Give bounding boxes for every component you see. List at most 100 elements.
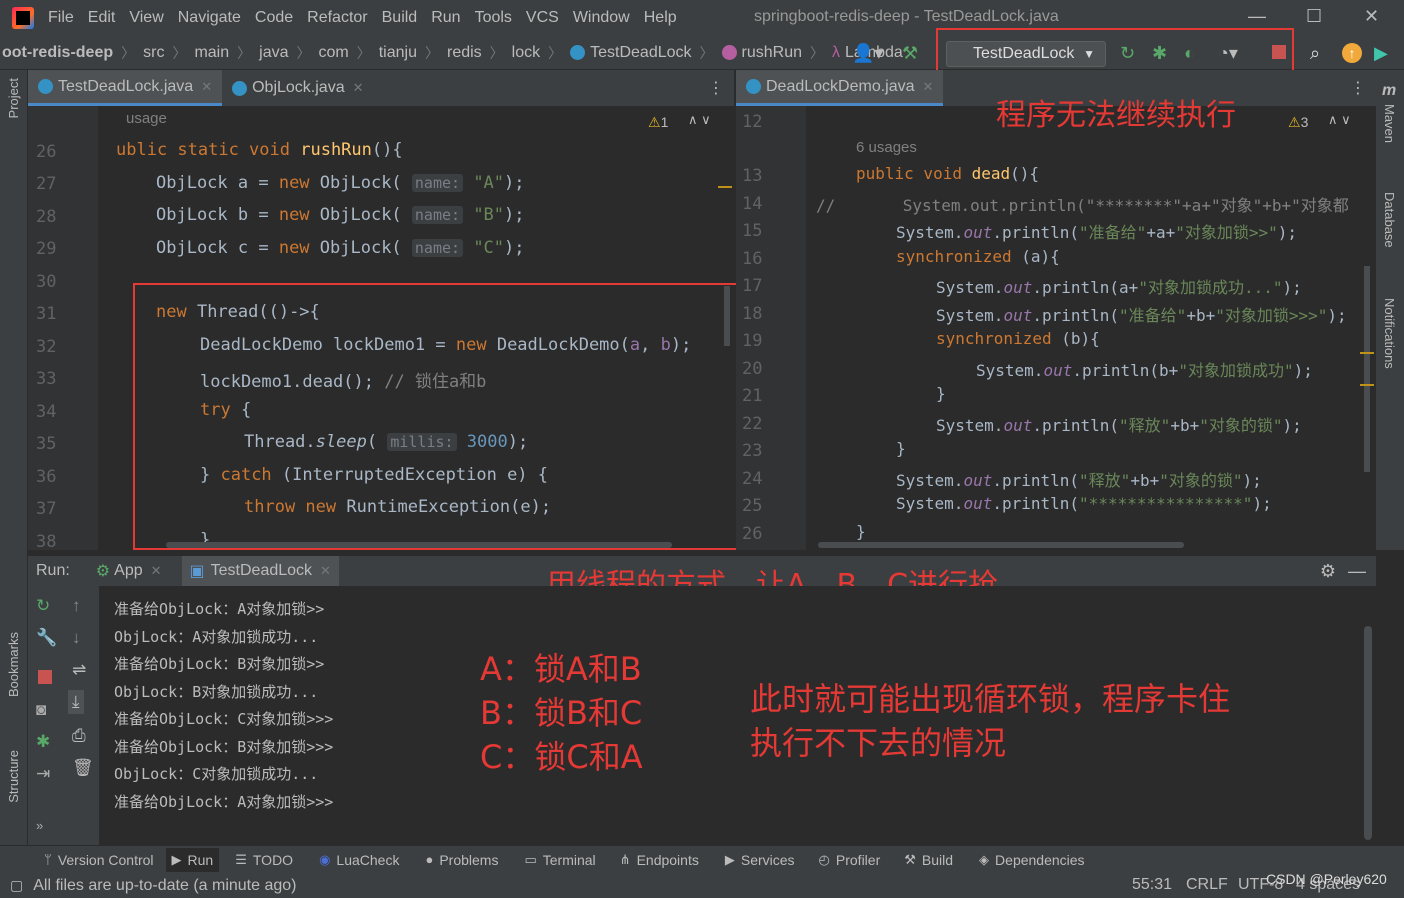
menu-build[interactable]: Build (382, 9, 418, 27)
soft-wrap-icon[interactable]: ⇌ (72, 660, 86, 680)
tool-build[interactable]: ⚒ Build (904, 852, 953, 868)
tool-luacheck[interactable]: ◉ LuaCheck (319, 852, 399, 868)
tool-run[interactable]: ▶ Run (165, 847, 220, 872)
breadcrumb-method[interactable]: rushRun (721, 44, 802, 62)
breadcrumb-java[interactable]: java (259, 44, 288, 62)
branch-icon: ᛘ (44, 852, 52, 867)
maven-tool-label[interactable]: Maven (1382, 104, 1397, 143)
tool-version-control[interactable]: ᛘ Version Control (44, 852, 154, 868)
menu-help[interactable]: Help (644, 9, 677, 27)
tab-testdeadlock[interactable]: TestDeadLock.java ✕ (28, 70, 223, 106)
database-tool-label[interactable]: Database (1382, 192, 1397, 248)
status-toggle-icon[interactable]: ▢ (10, 877, 23, 894)
run-tab-testdeadlock[interactable]: ▣ TestDeadLock ✕ (181, 556, 339, 586)
right-editor[interactable]: 12 13 14 15 16 17 18 19 20 21 22 23 24 2… (736, 106, 1376, 550)
close-icon[interactable]: ✕ (923, 79, 934, 95)
user-icon[interactable]: 👤▾ (852, 43, 883, 64)
breadcrumb-com[interactable]: com (319, 44, 349, 62)
bookmarks-tool-label[interactable]: Bookmarks (6, 632, 21, 697)
profiler-icon: ◴ (818, 851, 830, 867)
maximize-icon[interactable]: ☐ (1306, 6, 1322, 27)
warning-icon[interactable]: ⚠1 (648, 114, 668, 131)
more-tabs-icon[interactable]: ⋮ (708, 78, 724, 98)
close-icon[interactable]: ✕ (201, 79, 212, 95)
breadcrumb-main[interactable]: main (194, 44, 229, 62)
caret-position[interactable]: 55:31 (1132, 876, 1172, 894)
project-tool-label[interactable]: Project (6, 78, 21, 118)
menu-file[interactable]: File (48, 9, 74, 27)
structure-tool-label[interactable]: Structure (6, 750, 21, 803)
warning-icon[interactable]: ⚠3 (1288, 114, 1308, 131)
class-icon (232, 80, 248, 96)
menu-code[interactable]: Code (255, 9, 293, 27)
breadcrumb-project[interactable]: oot-redis-deep (2, 44, 113, 62)
scroll-end-icon[interactable]: ⤓ (68, 690, 84, 714)
search-icon[interactable]: ⌕ (1310, 43, 1320, 64)
list-icon: ☰ (235, 851, 247, 867)
annotation-a: A：锁A和B (480, 650, 642, 688)
breadcrumb-class[interactable]: TestDeadLock (570, 44, 692, 62)
console-scrollbar[interactable] (1364, 626, 1372, 840)
tab-deadlockdemo[interactable]: DeadLockDemo.java ✕ (736, 70, 944, 106)
tool-problems[interactable]: ● Problems (425, 852, 498, 868)
trash-icon[interactable]: 🗑 (72, 758, 94, 778)
console-icon: ▣ (189, 563, 205, 580)
run-toolbar: ↻ ↑ 🔧 ↓ ⇌ ⤓ ◙ ⎙ ✱ 🗑 ⇥ » (28, 586, 100, 845)
tool-profiler[interactable]: ◴ Profiler (819, 852, 881, 868)
menu-navigate[interactable]: Navigate (178, 9, 241, 27)
method-icon (721, 45, 737, 60)
menu-refactor[interactable]: Refactor (307, 9, 367, 27)
debug-icon[interactable]: ✱ (36, 732, 50, 752)
close-icon[interactable]: ✕ (151, 563, 162, 579)
wrench-icon[interactable]: 🔧 (36, 628, 57, 648)
update-icon[interactable]: ↑ (1342, 43, 1362, 63)
tab-objlock[interactable]: ObjLock.java ✕ (222, 70, 373, 106)
close-window-icon[interactable]: ✕ (1364, 6, 1379, 27)
stop-icon[interactable] (38, 670, 52, 684)
breadcrumb-redis[interactable]: redis (447, 44, 482, 62)
tool-terminal[interactable]: ▭ Terminal (524, 852, 595, 868)
close-icon[interactable]: ✕ (353, 80, 364, 96)
login-icon[interactable]: ⇥ (36, 764, 50, 784)
breadcrumb-src[interactable]: src (143, 44, 164, 62)
build-hammer-icon[interactable]: ⚒ (902, 43, 918, 64)
tool-dependencies[interactable]: ◈ Dependencies (979, 852, 1085, 868)
run-label: Run: (36, 562, 70, 579)
run-tab-app[interactable]: App (114, 562, 142, 580)
menu-vcs[interactable]: VCS (526, 9, 559, 27)
console-line: ObjLock：C对象加锁成功... (114, 765, 319, 783)
usage-hint[interactable]: usage (126, 110, 167, 127)
more-icon[interactable]: » (36, 818, 43, 833)
annotation-note2: 执行不下去的情况 (750, 724, 1007, 762)
nav-arrows-icon[interactable]: ∧ ∨ (688, 112, 711, 128)
console-line: ObjLock：B对象加锁成功... (114, 683, 319, 701)
menu-run[interactable]: Run (431, 9, 460, 27)
menu-tools[interactable]: Tools (475, 9, 512, 27)
usages-hint[interactable]: 6 usages (856, 139, 917, 156)
down-icon[interactable]: ↓ (72, 628, 81, 648)
annotation-note1: 此时就可能出现循环锁，程序卡住 (750, 680, 1231, 718)
close-icon[interactable]: ✕ (320, 563, 331, 579)
up-icon[interactable]: ↑ (72, 596, 81, 616)
rerun-icon[interactable]: ↻ (36, 596, 50, 616)
line-separator[interactable]: CRLF (1186, 876, 1228, 894)
menu-edit[interactable]: Edit (88, 9, 116, 27)
minimize-icon[interactable]: — (1248, 6, 1266, 27)
tool-services[interactable]: ▶ Services (725, 852, 795, 868)
nav-arrows-icon[interactable]: ∧ ∨ (1328, 112, 1351, 128)
breadcrumb-lock[interactable]: lock (512, 44, 540, 62)
menu-view[interactable]: View (129, 9, 163, 27)
tool-todo[interactable]: ☰ TODO (235, 852, 293, 868)
print-icon[interactable]: ⎙ (72, 726, 86, 746)
right-tool-strip: m Maven Database Notifications (1376, 70, 1404, 550)
plugin-icon[interactable]: ▶ (1374, 43, 1388, 64)
more-tabs-icon[interactable]: ⋮ (1350, 78, 1366, 98)
menu-window[interactable]: Window (573, 9, 630, 27)
settings-gear-icon[interactable]: ⚙ (1320, 561, 1336, 582)
lambda-icon: λ (832, 43, 840, 61)
notifications-tool-label[interactable]: Notifications (1382, 298, 1397, 369)
breadcrumb-tianju[interactable]: tianju (379, 44, 417, 62)
camera-icon[interactable]: ◙ (36, 700, 46, 720)
minimize-panel-icon[interactable]: — (1348, 561, 1366, 582)
tool-endpoints[interactable]: ⋔ Endpoints (620, 852, 699, 868)
